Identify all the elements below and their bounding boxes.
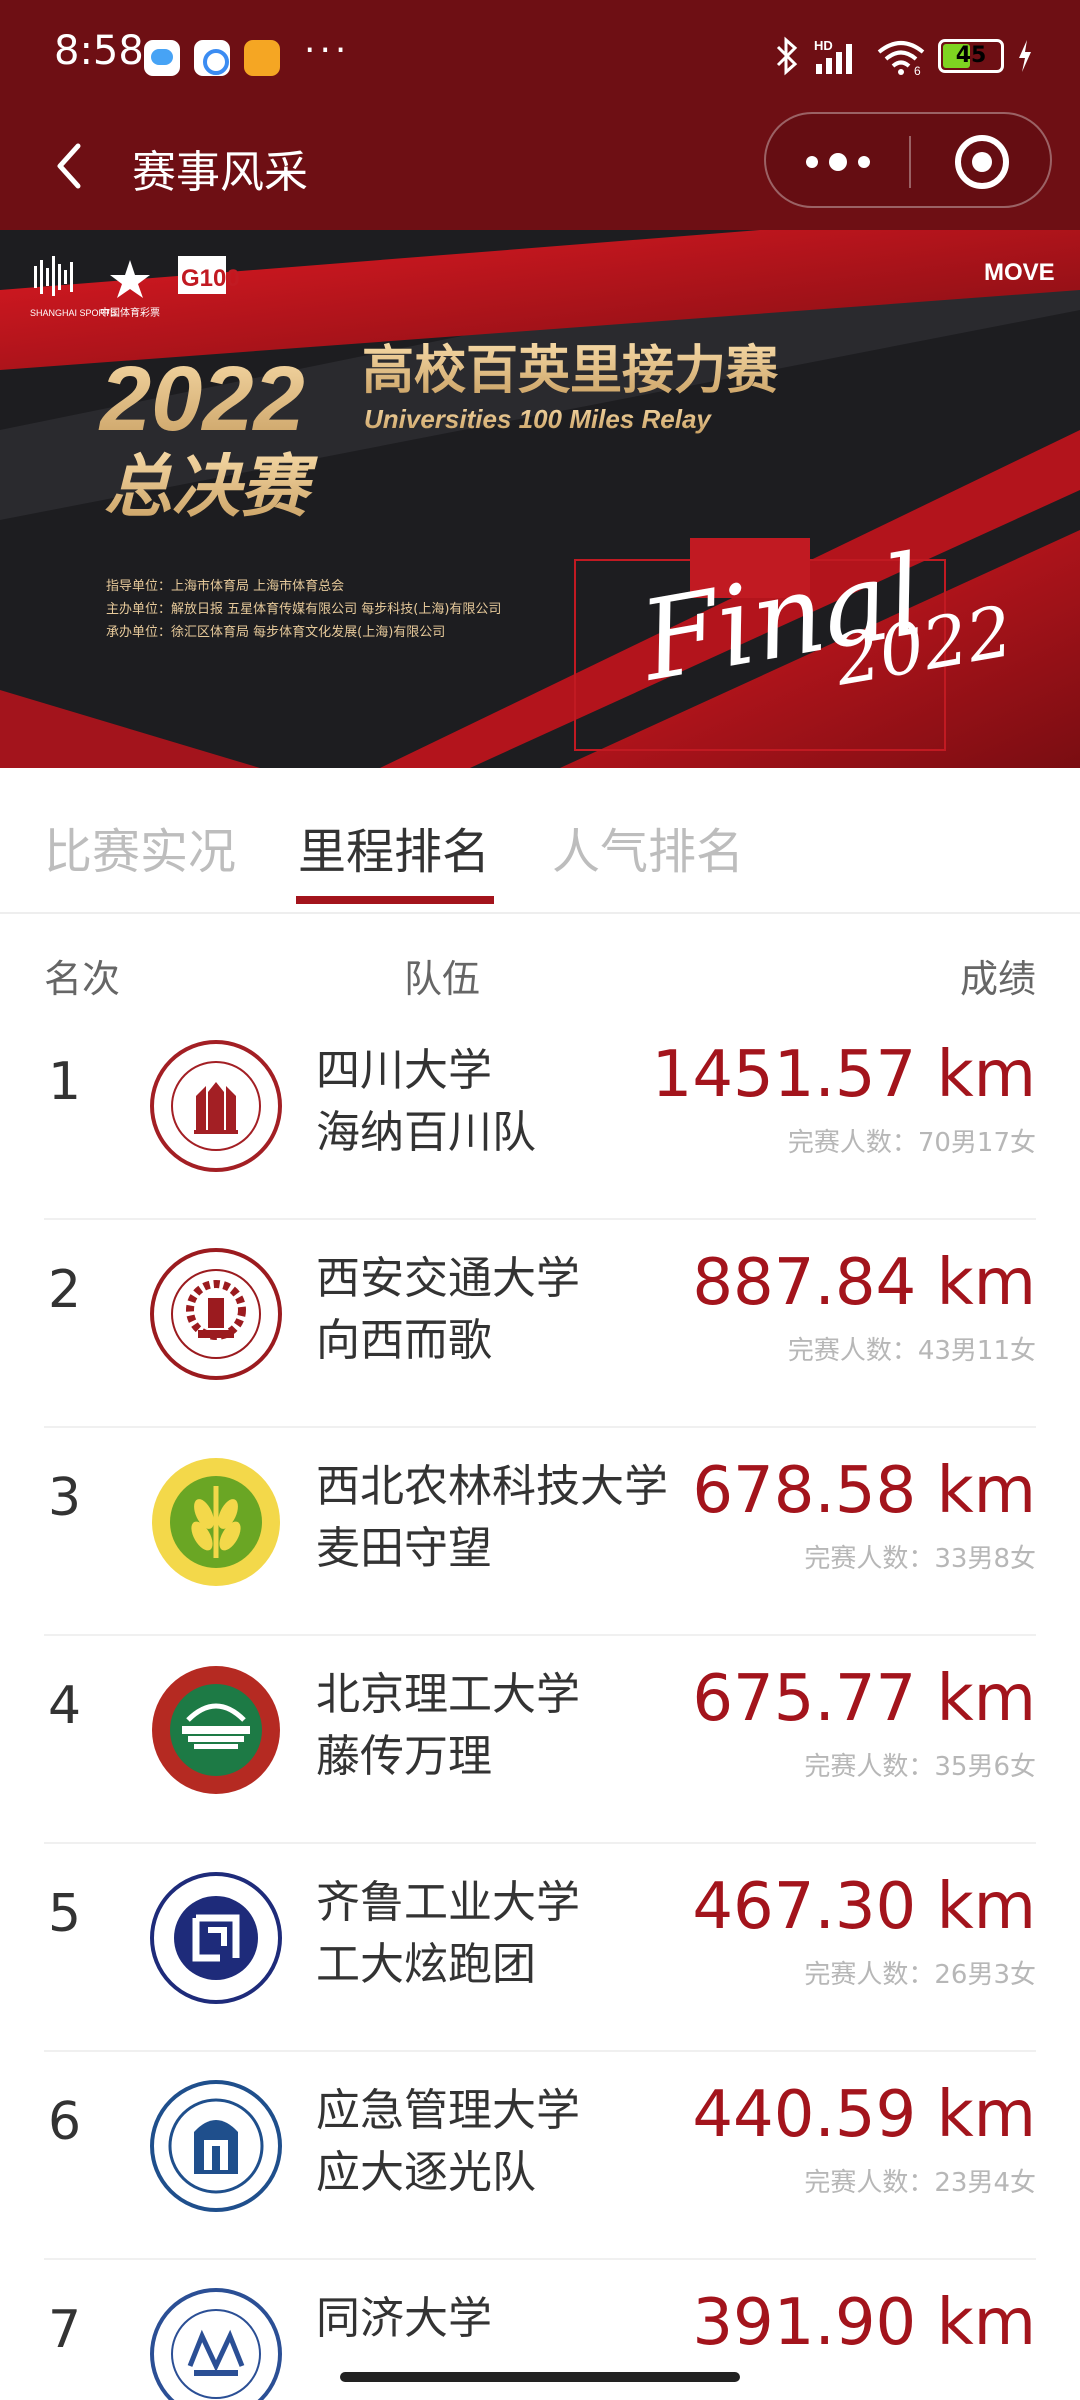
row-school: 四川大学 bbox=[316, 1045, 492, 1096]
move-logo: MOVE bbox=[984, 259, 1055, 286]
svg-text:HD: HD bbox=[814, 38, 833, 53]
banner-org-2: 主办单位：解放日报 五星体育传媒有限公司 每步科技(上海)有限公司 bbox=[106, 601, 501, 617]
notification-icons bbox=[144, 40, 280, 76]
top-header: 8:58 ··· HD 6 45 赛事风采 bbox=[0, 0, 1080, 230]
bluetooth-icon bbox=[776, 36, 798, 76]
row-rank: 4 bbox=[48, 1676, 82, 1736]
row-rank: 3 bbox=[48, 1468, 82, 1528]
row-distance: 467.30 km bbox=[692, 1870, 1036, 1944]
row-team: 麦田守望 bbox=[316, 1523, 492, 1574]
table-row[interactable]: 3 西北农林科技大学 麦田守望 678.58 km 完赛人数：33男8女 bbox=[0, 1428, 1080, 1636]
wifi-icon: 6 bbox=[877, 41, 925, 76]
row-school: 齐鲁工业大学 bbox=[316, 1877, 580, 1928]
row-finishers: 完赛人数：35男6女 bbox=[804, 1752, 1036, 1782]
row-team: 藤传万理 bbox=[316, 1731, 492, 1782]
table-header: 名次 队伍 成绩 bbox=[0, 948, 1080, 1012]
sichuan-university-logo-icon bbox=[150, 1040, 282, 1172]
mini-program-capsule bbox=[764, 112, 1052, 208]
row-school: 北京理工大学 bbox=[316, 1669, 580, 1720]
tongji-university-logo-icon bbox=[150, 2288, 282, 2400]
header-rank: 名次 bbox=[44, 957, 121, 1001]
battery-level: 45 bbox=[955, 43, 987, 68]
status-bar: 8:58 ··· HD 6 45 bbox=[0, 0, 1080, 112]
tab-live[interactable]: 比赛实况 bbox=[44, 812, 236, 882]
beijing-institute-of-technology-logo-icon bbox=[152, 1666, 280, 1794]
squirrel-app-icon bbox=[244, 40, 280, 76]
row-distance: 440.59 km bbox=[692, 2078, 1036, 2152]
event-banner: SHANGHAI SPORTS 中国体育彩票 G100 MOVE 2022 高校… bbox=[0, 230, 1080, 768]
row-rank: 6 bbox=[48, 2092, 82, 2152]
header-team: 队伍 bbox=[404, 957, 481, 1001]
row-distance: 675.77 km bbox=[692, 1662, 1036, 1736]
row-school: 西北农林科技大学 bbox=[316, 1461, 668, 1512]
battery-icon: 45 bbox=[938, 39, 1004, 73]
sponsor-logo-3: G100 bbox=[181, 265, 240, 292]
table-row[interactable]: 1 四川大学 海纳百川队 1451.57 km 完赛人数：70男17女 bbox=[0, 1012, 1080, 1220]
banner-artwork: SHANGHAI SPORTS 中国体育彩票 G100 MOVE 2022 高校… bbox=[0, 230, 1080, 768]
row-school: 应急管理大学 bbox=[316, 2085, 580, 2136]
status-indicators: HD 6 45 bbox=[774, 36, 1034, 76]
charging-icon bbox=[1019, 40, 1031, 72]
close-mini-program-icon[interactable] bbox=[911, 114, 1054, 210]
row-finishers: 完赛人数：23男4女 bbox=[804, 2168, 1036, 2198]
row-finishers: 完赛人数：43男11女 bbox=[787, 1336, 1036, 1366]
nav-bar: 赛事风采 bbox=[0, 112, 1080, 230]
row-finishers: 完赛人数：26男3女 bbox=[804, 1960, 1036, 1990]
home-indicator[interactable] bbox=[340, 2372, 740, 2382]
tab-mileage-ranking[interactable]: 里程排名 bbox=[298, 812, 490, 882]
banner-title-cn: 高校百英里接力赛 bbox=[362, 341, 779, 401]
row-rank: 2 bbox=[48, 1260, 82, 1320]
active-tab-indicator bbox=[296, 896, 494, 904]
table-row[interactable]: 4 北京理工大学 藤传万理 675.77 km 完赛人数：35男6女 bbox=[0, 1636, 1080, 1844]
row-school: 西安交通大学 bbox=[316, 1253, 580, 1304]
banner-org-3: 承办单位：徐汇区体育局 每步体育文化发展(上海)有限公司 bbox=[106, 624, 445, 640]
page-title: 赛事风采 bbox=[132, 147, 308, 198]
row-team: 海纳百川队 bbox=[316, 1107, 536, 1158]
banner-title-en: Universities 100 Miles Relay bbox=[364, 404, 712, 434]
emergency-management-university-logo-icon bbox=[150, 2080, 282, 2212]
browser-app-icon bbox=[194, 40, 230, 76]
banner-year: 2022 bbox=[98, 348, 305, 450]
row-team: 向西而歌 bbox=[316, 1315, 492, 1366]
xian-jiaotong-university-logo-icon bbox=[150, 1248, 282, 1380]
row-distance: 1451.57 km bbox=[651, 1038, 1036, 1112]
status-time: 8:58 bbox=[54, 28, 144, 74]
row-distance: 678.58 km bbox=[692, 1454, 1036, 1528]
banner-org-1: 指导单位：上海市体育局 上海市体育总会 bbox=[106, 578, 344, 594]
qilu-university-of-technology-logo-icon bbox=[150, 1872, 282, 2004]
signal-icon: HD bbox=[814, 38, 852, 74]
table-row[interactable]: 5 齐鲁工业大学 工大炫跑团 467.30 km 完赛人数：26男3女 bbox=[0, 1844, 1080, 2052]
cloud-app-icon bbox=[144, 40, 180, 76]
ranking-tabs: 比赛实况 里程排名 人气排名 bbox=[0, 768, 1080, 914]
banner-subtitle: 总决赛 bbox=[104, 448, 318, 527]
row-rank: 1 bbox=[48, 1052, 82, 1112]
table-row[interactable]: 2 西安交通大学 向西而歌 887.84 km 完赛人数：43男11女 bbox=[0, 1220, 1080, 1428]
northwest-af-university-logo-icon bbox=[152, 1458, 280, 1586]
table-row[interactable]: 6 应急管理大学 应大逐光队 440.59 km 完赛人数：23男4女 bbox=[0, 2052, 1080, 2260]
row-finishers: 完赛人数：33男8女 bbox=[804, 1544, 1036, 1574]
row-team: 应大逐光队 bbox=[316, 2147, 536, 2198]
svg-text:6: 6 bbox=[914, 64, 921, 76]
row-distance: 887.84 km bbox=[692, 1246, 1036, 1320]
row-school: 同济大学 bbox=[316, 2293, 492, 2344]
sponsor-logo-2: 中国体育彩票 bbox=[100, 306, 160, 319]
header-score: 成绩 bbox=[959, 957, 1036, 1001]
tab-popularity-ranking[interactable]: 人气排名 bbox=[552, 812, 744, 882]
back-arrow-icon[interactable] bbox=[46, 136, 94, 196]
more-menu-icon[interactable] bbox=[766, 114, 909, 210]
row-finishers: 完赛人数：70男17女 bbox=[787, 1128, 1036, 1158]
row-rank: 5 bbox=[48, 1884, 82, 1944]
row-distance: 391.90 km bbox=[692, 2286, 1036, 2360]
row-rank: 7 bbox=[48, 2300, 82, 2360]
row-team: 工大炫跑团 bbox=[316, 1939, 536, 1990]
more-notifications-icon: ··· bbox=[304, 30, 351, 71]
